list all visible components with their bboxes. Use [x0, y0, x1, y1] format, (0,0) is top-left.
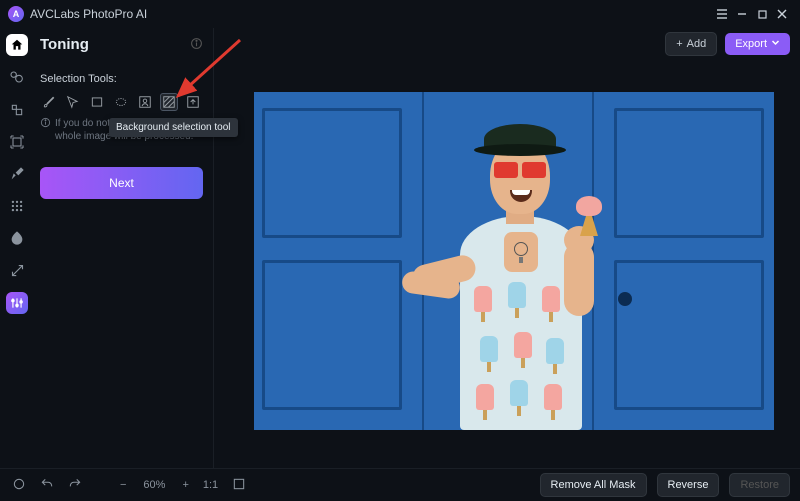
fit-screen-icon[interactable] [230, 475, 248, 496]
chevron-down-icon [771, 38, 780, 50]
nav-color-icon[interactable] [7, 228, 27, 248]
nav-rail [0, 28, 34, 468]
rectangle-tool-icon[interactable] [88, 93, 106, 111]
nav-home-icon[interactable] [6, 34, 28, 56]
fit-button[interactable]: 1:1 [201, 477, 220, 493]
undo-icon[interactable] [38, 475, 56, 496]
tooltip-background-tool: Background selection tool [109, 118, 238, 137]
nav-retouch-icon[interactable] [7, 164, 27, 184]
zoom-in-icon[interactable]: + [180, 477, 190, 493]
remove-all-mask-button[interactable]: Remove All Mask [540, 473, 647, 497]
nav-layers-icon[interactable] [7, 68, 27, 88]
selection-tools-row [40, 93, 203, 111]
ellipse-tool-icon[interactable] [112, 93, 130, 111]
export-button-label: Export [735, 38, 767, 50]
reverse-button[interactable]: Reverse [657, 473, 720, 497]
window-minimize-icon[interactable] [732, 4, 752, 24]
panel-title: Toning [40, 36, 203, 53]
bottom-bar: − 60% + 1:1 Remove All Mask Reverse Rest… [0, 468, 800, 501]
zoom-value: 60% [138, 479, 170, 491]
app-name: AVCLabs PhotoPro AI [30, 7, 147, 21]
app-logo-icon: A [8, 6, 24, 22]
info-icon[interactable] [190, 37, 203, 53]
add-button[interactable]: + Add [665, 32, 717, 56]
zoom-out-icon[interactable]: − [118, 477, 128, 493]
window-maximize-icon[interactable] [752, 4, 772, 24]
background-tool-icon[interactable] [160, 93, 178, 111]
nav-blur-icon[interactable] [7, 196, 27, 216]
redo-icon[interactable] [66, 475, 84, 496]
nav-toning-icon[interactable] [6, 292, 28, 314]
import-mask-tool-icon[interactable] [184, 93, 202, 111]
image-canvas[interactable] [254, 92, 774, 430]
side-panel: Toning Selection Tools: If yo [34, 28, 214, 468]
export-button[interactable]: Export [725, 33, 790, 55]
panel-title-text: Toning [40, 36, 89, 53]
restore-button: Restore [729, 473, 790, 497]
titlebar: A AVCLabs PhotoPro AI [0, 0, 800, 28]
canvas-top-row: + Add Export [214, 28, 800, 60]
lasso-tool-icon[interactable] [64, 93, 82, 111]
reset-icon[interactable] [10, 475, 28, 496]
nav-crop-icon[interactable] [7, 100, 27, 120]
hint-info-icon [40, 117, 51, 143]
add-button-label: Add [687, 38, 707, 50]
selection-tools-label: Selection Tools: [40, 73, 203, 85]
canvas-area: + Add Export [214, 28, 800, 468]
plus-icon: + [676, 38, 682, 50]
next-button[interactable]: Next [40, 167, 203, 199]
nav-resize-icon[interactable] [7, 260, 27, 280]
window-close-icon[interactable] [772, 4, 792, 24]
subject-tool-icon[interactable] [136, 93, 154, 111]
hamburger-icon[interactable] [712, 4, 732, 24]
brush-tool-icon[interactable] [40, 93, 58, 111]
nav-expand-icon[interactable] [7, 132, 27, 152]
